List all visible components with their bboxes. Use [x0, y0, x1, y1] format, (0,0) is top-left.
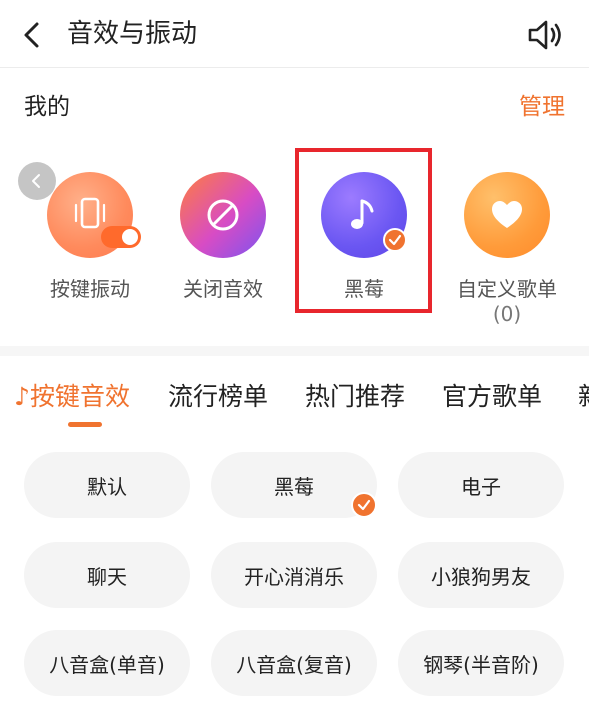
sound-label: 小狼狗男友	[431, 564, 531, 589]
my-item-vibrate[interactable]: 按键振动	[35, 172, 145, 302]
sound-label: 聊天	[87, 564, 127, 589]
tab-new[interactable]: 新	[578, 380, 589, 414]
category-tabs: ♪按键音效 流行榜单 热门推荐 官方歌单 新	[0, 370, 589, 430]
chevron-left-icon	[24, 22, 39, 48]
section-divider	[0, 346, 589, 356]
tab-popular-charts[interactable]: 流行榜单	[168, 380, 268, 414]
sound-label: 电子	[461, 474, 501, 499]
sound-label: 钢琴(半音阶)	[423, 652, 539, 677]
my-item-count: (0)	[492, 302, 522, 326]
sound-label: 黑莓	[274, 474, 314, 499]
sound-chip[interactable]: 钢琴(半音阶)	[398, 630, 564, 696]
sound-label: 默认	[87, 474, 127, 499]
header-bar: 音效与振动	[0, 0, 589, 68]
sound-chip[interactable]: 开心消消乐	[211, 542, 377, 608]
speaker-icon	[528, 20, 561, 50]
my-item-label: 按键振动	[50, 277, 130, 301]
sound-chip[interactable]: 八音盒(复音)	[211, 630, 377, 696]
my-item-custom-playlist[interactable]: 自定义歌单 (0)	[452, 172, 562, 326]
tab-hot-recommend[interactable]: 热门推荐	[305, 380, 405, 414]
active-tab-indicator	[68, 422, 102, 427]
sound-chip[interactable]: 电子	[398, 452, 564, 518]
manage-button[interactable]: 管理	[519, 92, 565, 122]
tab-official-playlist[interactable]: 官方歌单	[442, 380, 542, 414]
sound-chip[interactable]: 默认	[24, 452, 190, 518]
my-item-label: 自定义歌单	[457, 277, 557, 301]
sound-label: 八音盒(复音)	[236, 652, 352, 677]
selected-check-badge	[351, 492, 377, 518]
speaker-button[interactable]	[526, 18, 566, 52]
highlight-box	[295, 148, 432, 313]
sound-chip[interactable]: 小狼狗男友	[398, 542, 564, 608]
sound-chip[interactable]: 八音盒(单音)	[24, 630, 190, 696]
sound-label: 八音盒(单音)	[49, 652, 165, 677]
close-sound-circle	[180, 172, 266, 258]
check-icon	[357, 499, 371, 511]
my-item-close-sound[interactable]: 关闭音效	[168, 172, 278, 302]
vibrate-circle	[47, 172, 141, 258]
my-section-title: 我的	[24, 94, 70, 120]
my-item-label: 关闭音效	[183, 277, 263, 301]
sound-label: 开心消消乐	[244, 564, 344, 589]
heart-icon	[492, 201, 522, 228]
no-sound-icon	[207, 199, 239, 231]
page-title: 音效与振动	[67, 19, 198, 49]
back-button[interactable]	[18, 20, 48, 50]
sound-chip[interactable]: 聊天	[24, 542, 190, 608]
tab-key-sound[interactable]: ♪按键音效	[14, 380, 130, 414]
custom-playlist-circle	[464, 172, 550, 258]
vibrate-toggle[interactable]	[101, 226, 141, 248]
